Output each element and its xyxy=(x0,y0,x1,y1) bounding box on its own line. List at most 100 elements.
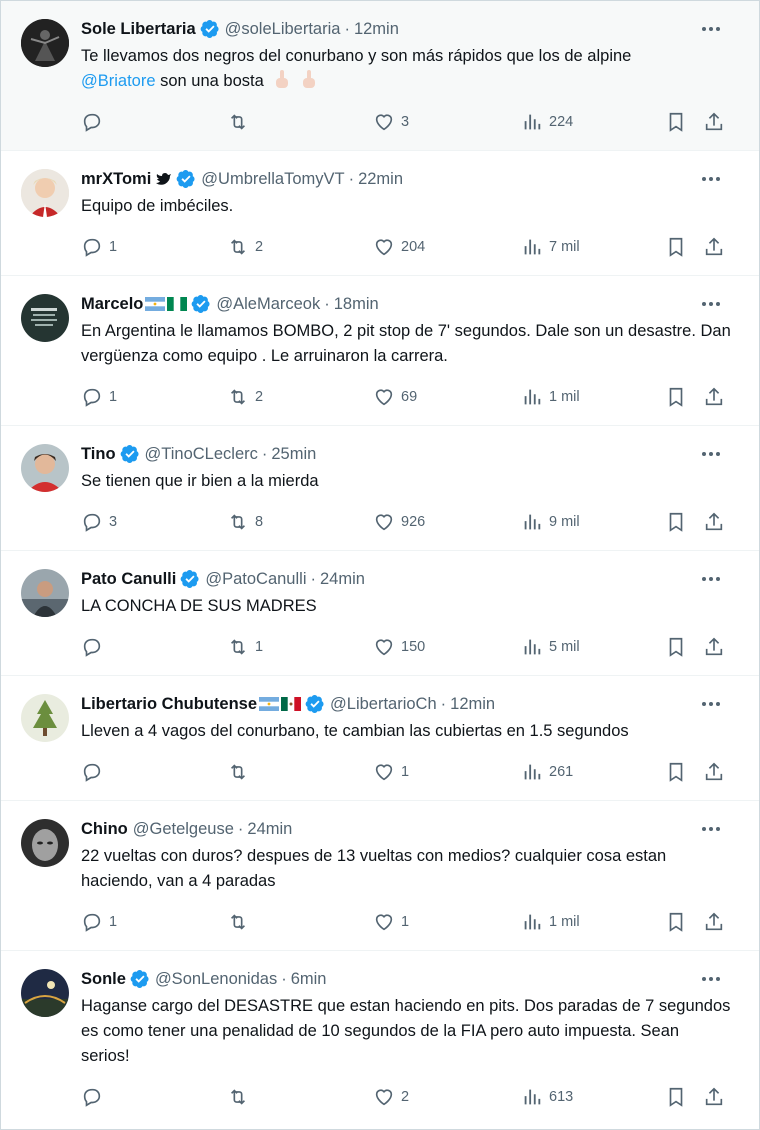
like-count: 69 xyxy=(401,389,418,405)
retweet-button[interactable]: 2 xyxy=(227,385,263,409)
tweet-time[interactable]: 12min xyxy=(450,695,495,714)
mexico-flag-icon xyxy=(281,697,302,711)
bookmark-button[interactable] xyxy=(665,910,687,934)
more-icon[interactable] xyxy=(699,819,723,839)
like-button[interactable]: 204 xyxy=(373,235,425,259)
like-button[interactable]: 926 xyxy=(373,510,425,534)
reply-button[interactable]: 1 xyxy=(81,235,117,259)
author-name[interactable]: Sole Libertaria xyxy=(81,20,196,39)
reply-button[interactable]: 1 xyxy=(81,385,117,409)
more-icon[interactable] xyxy=(699,169,723,189)
share-button[interactable] xyxy=(703,235,725,259)
tweet-time[interactable]: 12min xyxy=(354,20,399,39)
like-button[interactable]: 2 xyxy=(373,1085,409,1109)
tweet[interactable]: Chino @Getelgeuse · 24min 22 vueltas con… xyxy=(1,801,759,951)
tweet-time[interactable]: 22min xyxy=(358,170,403,189)
author-handle[interactable]: @UmbrellaTomyVT xyxy=(201,170,344,189)
reply-button[interactable] xyxy=(81,760,109,784)
avatar[interactable] xyxy=(21,694,69,742)
avatar[interactable] xyxy=(21,569,69,617)
tweet-time[interactable]: 18min xyxy=(334,295,379,314)
more-icon[interactable] xyxy=(699,969,723,989)
views-button[interactable]: 9 mil xyxy=(521,510,580,534)
views-button[interactable]: 224 xyxy=(521,110,573,134)
share-button[interactable] xyxy=(703,110,725,134)
avatar[interactable] xyxy=(21,819,69,867)
retweet-button[interactable] xyxy=(227,110,255,134)
reply-button[interactable] xyxy=(81,635,109,659)
author-name[interactable]: Libertario Chubutense xyxy=(81,695,257,714)
tweet-time[interactable]: 24min xyxy=(320,570,365,589)
more-icon[interactable] xyxy=(699,694,723,714)
views-button[interactable]: 613 xyxy=(521,1085,573,1109)
retweet-button[interactable] xyxy=(227,910,255,934)
tweet[interactable]: Marcelo @AleMarceok · 18min En Argentina… xyxy=(1,276,759,426)
bookmark-button[interactable] xyxy=(665,760,687,784)
tweet-time[interactable]: 24min xyxy=(247,820,292,839)
author-name[interactable]: Sonle xyxy=(81,970,126,989)
author-name[interactable]: Marcelo xyxy=(81,295,143,314)
views-button[interactable]: 7 mil xyxy=(521,235,580,259)
bookmark-button[interactable] xyxy=(665,510,687,534)
reply-button[interactable]: 3 xyxy=(81,510,117,534)
reply-button[interactable]: 1 xyxy=(81,910,117,934)
share-button[interactable] xyxy=(703,385,725,409)
avatar[interactable] xyxy=(21,294,69,342)
author-handle[interactable]: @SonLenonidas xyxy=(155,970,277,989)
like-button[interactable]: 69 xyxy=(373,385,417,409)
avatar[interactable] xyxy=(21,19,69,67)
tweet-time[interactable]: 6min xyxy=(291,970,327,989)
retweet-button[interactable] xyxy=(227,1085,255,1109)
views-button[interactable]: 1 mil xyxy=(521,910,580,934)
retweet-button[interactable]: 2 xyxy=(227,235,263,259)
more-icon[interactable] xyxy=(699,569,723,589)
share-button[interactable] xyxy=(703,510,725,534)
avatar[interactable] xyxy=(21,444,69,492)
avatar[interactable] xyxy=(21,169,69,217)
more-icon[interactable] xyxy=(699,19,723,39)
tweet[interactable]: Pato Canulli @PatoCanulli · 24min LA CON… xyxy=(1,551,759,676)
bookmark-button[interactable] xyxy=(665,385,687,409)
author-name[interactable]: mrXTomi xyxy=(81,170,151,189)
share-button[interactable] xyxy=(703,910,725,934)
share-button[interactable] xyxy=(703,1085,725,1109)
retweet-button[interactable] xyxy=(227,760,255,784)
views-button[interactable]: 261 xyxy=(521,760,573,784)
more-icon[interactable] xyxy=(699,444,723,464)
author-handle[interactable]: @soleLibertaria xyxy=(225,20,341,39)
like-button[interactable]: 150 xyxy=(373,635,425,659)
views-button[interactable]: 1 mil xyxy=(521,385,580,409)
author-handle[interactable]: @TinoCLeclerc xyxy=(145,445,258,464)
mention-link[interactable]: @Briatore xyxy=(81,72,156,90)
author-handle[interactable]: @LibertarioCh xyxy=(330,695,437,714)
share-button[interactable] xyxy=(703,635,725,659)
argentina-flag-icon xyxy=(145,297,166,311)
like-button[interactable]: 1 xyxy=(373,910,409,934)
retweet-button[interactable]: 8 xyxy=(227,510,263,534)
author-name[interactable]: Pato Canulli xyxy=(81,570,176,589)
author-name[interactable]: Tino xyxy=(81,445,116,464)
avatar[interactable] xyxy=(21,969,69,1017)
tweet[interactable]: Sonle @SonLenonidas · 6min Haganse cargo… xyxy=(1,951,759,1129)
tweet[interactable]: Sole Libertaria @soleLibertaria · 12min … xyxy=(1,1,759,151)
share-button[interactable] xyxy=(703,760,725,784)
more-icon[interactable] xyxy=(699,294,723,314)
author-handle[interactable]: @PatoCanulli xyxy=(205,570,306,589)
tweet[interactable]: Tino @TinoCLeclerc · 25min Se tienen que… xyxy=(1,426,759,551)
bookmark-button[interactable] xyxy=(665,110,687,134)
tweet[interactable]: mrXTomi @UmbrellaTomyVT · 22min Equipo d… xyxy=(1,151,759,276)
retweet-button[interactable]: 1 xyxy=(227,635,263,659)
author-handle[interactable]: @AleMarceok xyxy=(216,295,320,314)
reply-button[interactable] xyxy=(81,110,109,134)
like-button[interactable]: 1 xyxy=(373,760,409,784)
reply-button[interactable] xyxy=(81,1085,109,1109)
views-button[interactable]: 5 mil xyxy=(521,635,580,659)
bookmark-button[interactable] xyxy=(665,1085,687,1109)
like-button[interactable]: 3 xyxy=(373,110,409,134)
tweet-time[interactable]: 25min xyxy=(271,445,316,464)
bookmark-button[interactable] xyxy=(665,635,687,659)
author-handle[interactable]: @Getelgeuse xyxy=(133,820,234,839)
tweet[interactable]: Libertario Chubutense @LibertarioCh · 12… xyxy=(1,676,759,801)
author-name[interactable]: Chino xyxy=(81,820,128,839)
bookmark-button[interactable] xyxy=(665,235,687,259)
